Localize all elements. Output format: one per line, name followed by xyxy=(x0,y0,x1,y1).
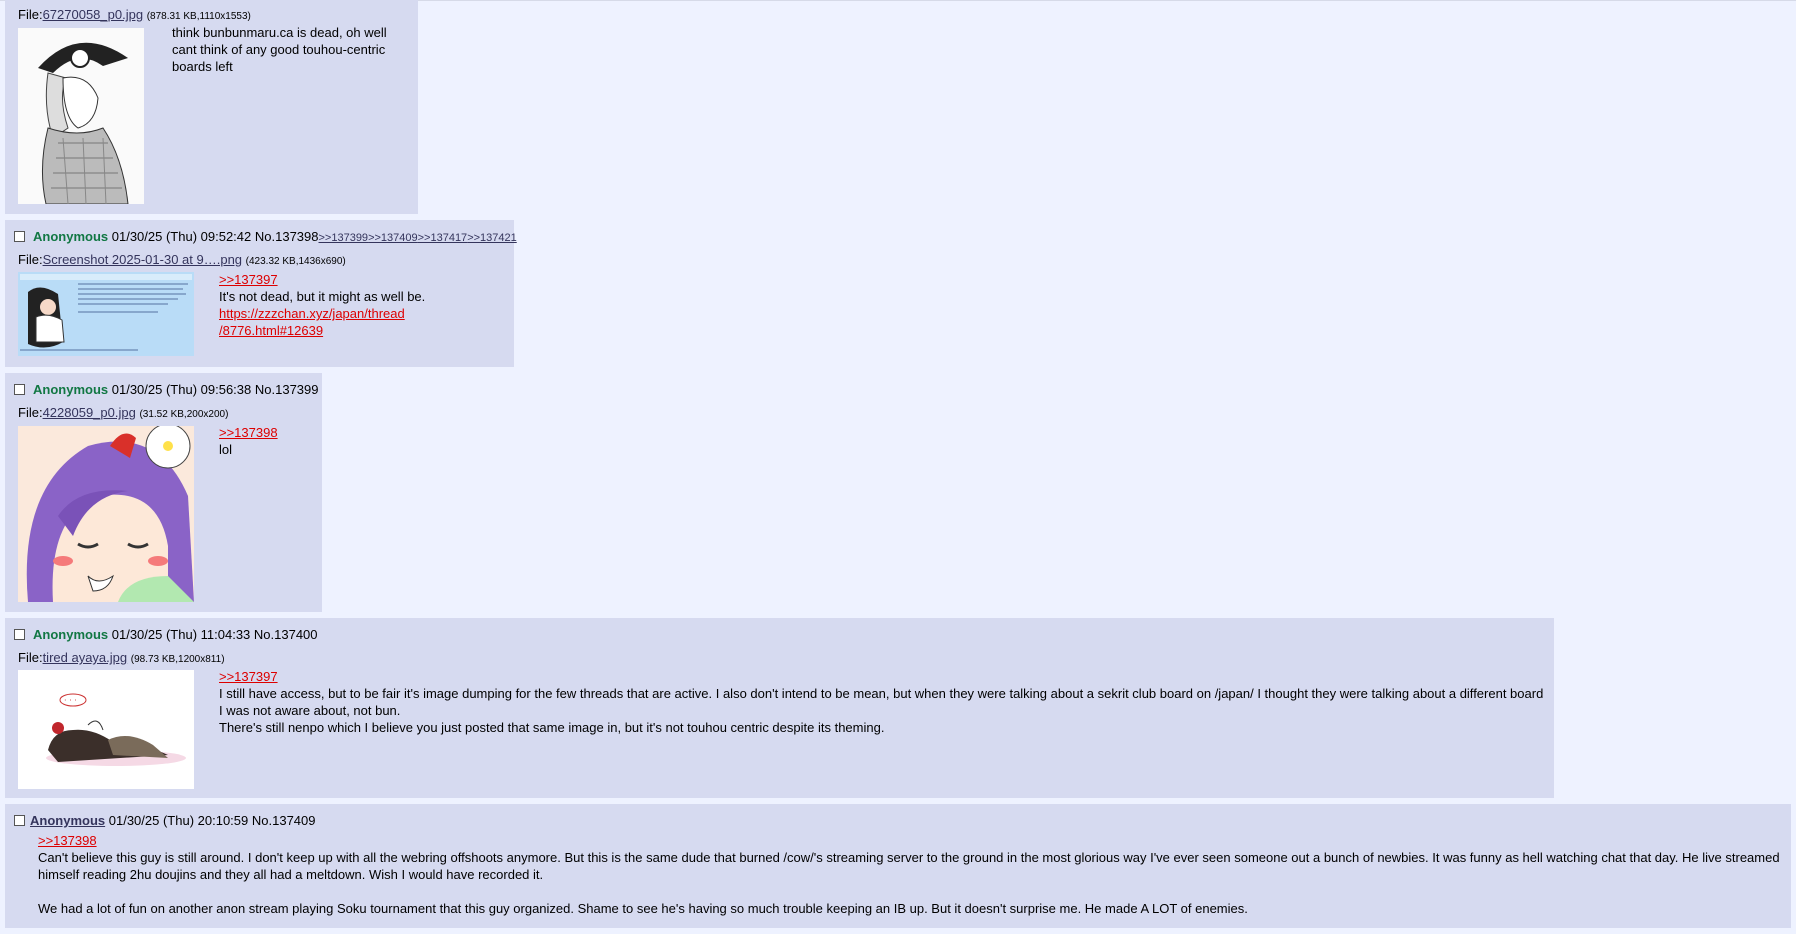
backlink[interactable]: >>137409 xyxy=(368,232,418,244)
post-checkbox[interactable] xyxy=(14,231,25,242)
poster-name: Anonymous xyxy=(33,229,109,244)
op-post: File:67270058_p0.jpg (878.31 KB,1110x155… xyxy=(5,0,418,214)
post-number[interactable]: No.137409 xyxy=(252,813,316,828)
backlink[interactable]: >>137399 xyxy=(319,232,369,244)
post-header: Anonymous 01/30/25 (Thu) 11:04:33 No.137… xyxy=(14,627,318,642)
external-link[interactable]: https://zzzchan.xyz/japan/thread xyxy=(219,305,509,322)
post-number[interactable]: No.137398 xyxy=(255,229,319,244)
svg-text:· · ·: · · · xyxy=(64,696,77,705)
poster-name: Anonymous xyxy=(33,382,109,397)
post-thumbnail[interactable] xyxy=(18,28,144,204)
reply-post: Anonymous 01/30/25 (Thu) 11:04:33 No.137… xyxy=(5,618,1554,798)
file-info: File:4228059_p0.jpg (31.52 KB,200x200) xyxy=(18,405,229,420)
file-meta: (31.52 KB,200x200) xyxy=(139,409,229,420)
post-checkbox[interactable] xyxy=(14,629,25,640)
reply-post: Anonymous 01/30/25 (Thu) 20:10:59 No.137… xyxy=(5,804,1791,928)
post-header: Anonymous 01/30/25 (Thu) 20:10:59 No.137… xyxy=(14,813,316,828)
poster-name[interactable]: Anonymous xyxy=(30,813,105,828)
file-link[interactable]: 67270058_p0.jpg xyxy=(43,7,144,22)
file-info: File:tired ayaya.jpg (98.73 KB,1200x811) xyxy=(18,650,225,665)
file-info: File:Screenshot 2025-01-30 at 9….png (42… xyxy=(18,252,346,267)
file-meta: (98.73 KB,1200x811) xyxy=(130,654,225,665)
quote-link[interactable]: >>137398 xyxy=(219,424,309,441)
reply-post: Anonymous 01/30/25 (Thu) 09:52:42 No.137… xyxy=(5,220,517,367)
post-message: >>137398 lol xyxy=(219,424,309,458)
external-link[interactable]: /8776.html#12639 xyxy=(219,322,509,339)
post-message: >>137398 Can't believe this guy is still… xyxy=(38,832,1786,917)
quote-link[interactable]: >>137397 xyxy=(219,271,509,288)
post-number[interactable]: No.137400 xyxy=(254,627,318,642)
post-datetime: 01/30/25 (Thu) 11:04:33 xyxy=(111,627,251,642)
backlinks: >>137399>>137409>>137417>>137421 xyxy=(319,232,517,244)
quote-link[interactable]: >>137397 xyxy=(219,668,1549,685)
backlink[interactable]: >>137417 xyxy=(418,232,468,244)
poster-name: Anonymous xyxy=(33,627,109,642)
post-datetime: 01/30/25 (Thu) 09:56:38 xyxy=(111,382,252,397)
post-message: >>137397 It's not dead, but it might as … xyxy=(219,271,509,339)
post-thumbnail[interactable] xyxy=(18,272,194,356)
file-link[interactable]: tired ayaya.jpg xyxy=(43,650,128,665)
post-checkbox[interactable] xyxy=(14,384,25,395)
file-link[interactable]: 4228059_p0.jpg xyxy=(43,405,136,420)
quote-link[interactable]: >>137398 xyxy=(38,832,1786,849)
post-datetime: 01/30/25 (Thu) 20:10:59 xyxy=(108,813,249,828)
reply-post: Anonymous 01/30/25 (Thu) 09:56:38 No.137… xyxy=(5,373,322,612)
post-header: Anonymous 01/30/25 (Thu) 09:52:42 No.137… xyxy=(14,229,517,244)
post-number[interactable]: No.137399 xyxy=(255,382,319,397)
file-info: File:67270058_p0.jpg (878.31 KB,1110x155… xyxy=(18,7,251,22)
post-message: >>137397 I still have access, but to be … xyxy=(219,668,1549,736)
post-datetime: 01/30/25 (Thu) 09:52:42 xyxy=(111,229,252,244)
post-checkbox[interactable] xyxy=(14,815,25,826)
file-meta: (423.32 KB,1436x690) xyxy=(245,256,346,267)
file-link[interactable]: Screenshot 2025-01-30 at 9….png xyxy=(43,252,242,267)
backlink[interactable]: >>137421 xyxy=(467,232,517,244)
post-thumbnail[interactable]: · · · xyxy=(18,670,194,789)
post-message: think bunbunmaru.ca is dead, oh well can… xyxy=(172,25,387,74)
post-header: Anonymous 01/30/25 (Thu) 09:56:38 No.137… xyxy=(14,382,319,397)
file-meta: (878.31 KB,1110x1553) xyxy=(146,11,251,22)
post-thumbnail[interactable] xyxy=(18,426,194,602)
